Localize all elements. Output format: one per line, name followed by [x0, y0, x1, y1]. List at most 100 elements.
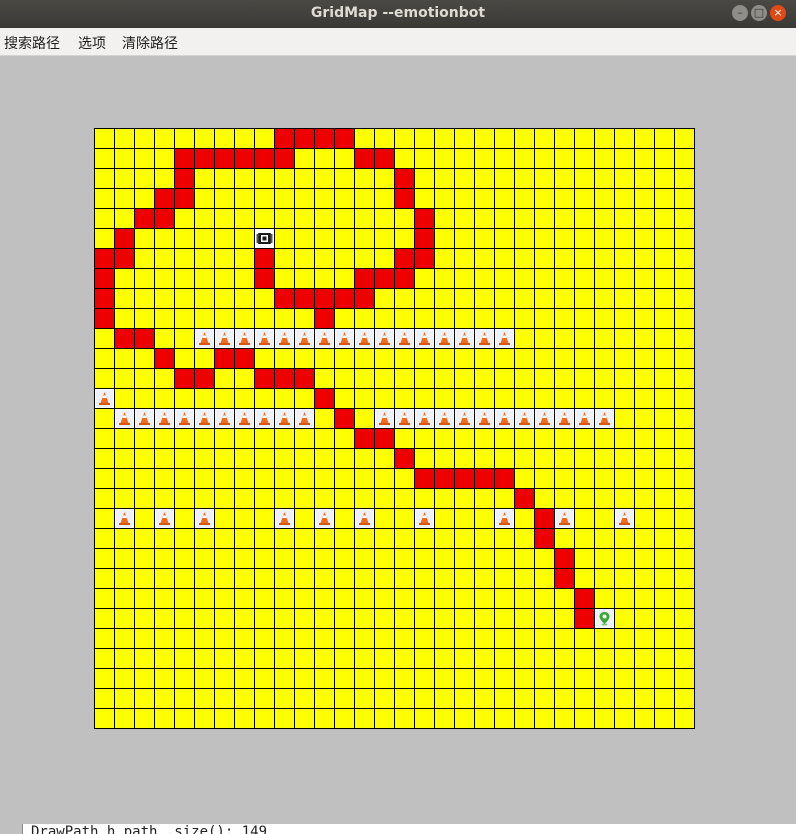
path-cell[interactable] — [155, 209, 174, 228]
path-cell[interactable] — [115, 249, 134, 268]
path-cell[interactable] — [375, 269, 394, 288]
grid-cell[interactable] — [475, 589, 494, 608]
grid-cell[interactable] — [675, 409, 694, 428]
grid-cell[interactable] — [675, 529, 694, 548]
grid-cell[interactable] — [375, 469, 394, 488]
path-cell[interactable] — [275, 369, 294, 388]
grid-cell[interactable] — [235, 269, 254, 288]
grid-cell[interactable] — [555, 469, 574, 488]
grid-cell[interactable] — [475, 209, 494, 228]
grid-cell[interactable] — [615, 309, 634, 328]
grid-cell[interactable] — [155, 649, 174, 668]
path-cell[interactable] — [255, 369, 274, 388]
grid-cell[interactable] — [455, 269, 474, 288]
grid-cell[interactable] — [295, 469, 314, 488]
minimize-button[interactable]: – — [732, 5, 748, 21]
grid-cell[interactable] — [575, 129, 594, 148]
grid-cell[interactable] — [515, 429, 534, 448]
grid-cell[interactable] — [175, 329, 194, 348]
grid-cell[interactable] — [255, 469, 274, 488]
grid-cell[interactable] — [435, 389, 454, 408]
grid-cell[interactable] — [415, 189, 434, 208]
obstacle-cell[interactable] — [455, 409, 474, 428]
obstacle-cell[interactable] — [555, 509, 574, 528]
grid-cell[interactable] — [615, 209, 634, 228]
grid-cell[interactable] — [635, 229, 654, 248]
grid-cell[interactable] — [95, 469, 114, 488]
grid-cell[interactable] — [135, 709, 154, 728]
grid-cell[interactable] — [115, 189, 134, 208]
grid-cell[interactable] — [515, 609, 534, 628]
grid-cell[interactable] — [455, 149, 474, 168]
grid-cell[interactable] — [375, 229, 394, 248]
grid-cell[interactable] — [95, 589, 114, 608]
grid-cell[interactable] — [595, 269, 614, 288]
obstacle-cell[interactable] — [495, 329, 514, 348]
grid-cell[interactable] — [515, 569, 534, 588]
grid-cell[interactable] — [475, 129, 494, 148]
grid-cell[interactable] — [615, 649, 634, 668]
grid-cell[interactable] — [555, 209, 574, 228]
grid-cell[interactable] — [115, 289, 134, 308]
grid-cell[interactable] — [455, 589, 474, 608]
grid-cell[interactable] — [295, 529, 314, 548]
grid-cell[interactable] — [495, 709, 514, 728]
grid-cell[interactable] — [135, 609, 154, 628]
grid-cell[interactable] — [495, 589, 514, 608]
grid-cell[interactable] — [155, 169, 174, 188]
grid-cell[interactable] — [175, 529, 194, 548]
grid-cell[interactable] — [155, 449, 174, 468]
grid-cell[interactable] — [515, 449, 534, 468]
grid-cell[interactable] — [675, 709, 694, 728]
grid-cell[interactable] — [495, 309, 514, 328]
grid-cell[interactable] — [415, 169, 434, 188]
grid-cell[interactable] — [115, 349, 134, 368]
grid-cell[interactable] — [255, 549, 274, 568]
grid-cell[interactable] — [435, 569, 454, 588]
grid-cell[interactable] — [395, 669, 414, 688]
grid-cell[interactable] — [675, 349, 694, 368]
grid-cell[interactable] — [155, 549, 174, 568]
grid-cell[interactable] — [555, 489, 574, 508]
obstacle-cell[interactable] — [335, 329, 354, 348]
grid-cell[interactable] — [115, 709, 134, 728]
grid-cell[interactable] — [475, 629, 494, 648]
grid-cell[interactable] — [115, 489, 134, 508]
grid-cell[interactable] — [235, 569, 254, 588]
grid-cell[interactable] — [355, 689, 374, 708]
grid-cell[interactable] — [495, 249, 514, 268]
grid-cell[interactable] — [175, 389, 194, 408]
grid-cell[interactable] — [575, 149, 594, 168]
grid-cell[interactable] — [235, 709, 254, 728]
path-cell[interactable] — [395, 449, 414, 468]
grid-cell[interactable] — [235, 369, 254, 388]
grid-cell[interactable] — [355, 529, 374, 548]
close-button[interactable]: × — [770, 5, 786, 21]
grid-cell[interactable] — [595, 329, 614, 348]
grid-cell[interactable] — [415, 129, 434, 148]
grid-cell[interactable] — [275, 489, 294, 508]
grid-cell[interactable] — [315, 369, 334, 388]
grid-cell[interactable] — [515, 329, 534, 348]
grid-cell[interactable] — [635, 329, 654, 348]
grid-cell[interactable] — [335, 349, 354, 368]
grid-cell[interactable] — [455, 489, 474, 508]
grid-cell[interactable] — [655, 389, 674, 408]
grid-cell[interactable] — [115, 209, 134, 228]
grid-cell[interactable] — [455, 209, 474, 228]
grid-cell[interactable] — [495, 609, 514, 628]
grid-cell[interactable] — [635, 289, 654, 308]
grid-cell[interactable] — [195, 389, 214, 408]
grid-cell[interactable] — [175, 689, 194, 708]
grid-cell[interactable] — [615, 469, 634, 488]
grid-cell[interactable] — [655, 629, 674, 648]
grid-cell[interactable] — [455, 189, 474, 208]
grid-cell[interactable] — [535, 609, 554, 628]
grid-cell[interactable] — [355, 169, 374, 188]
obstacle-cell[interactable] — [155, 509, 174, 528]
obstacle-cell[interactable] — [155, 409, 174, 428]
grid-cell[interactable] — [215, 429, 234, 448]
grid-cell[interactable] — [195, 189, 214, 208]
grid-cell[interactable] — [575, 469, 594, 488]
obstacle-cell[interactable] — [455, 329, 474, 348]
